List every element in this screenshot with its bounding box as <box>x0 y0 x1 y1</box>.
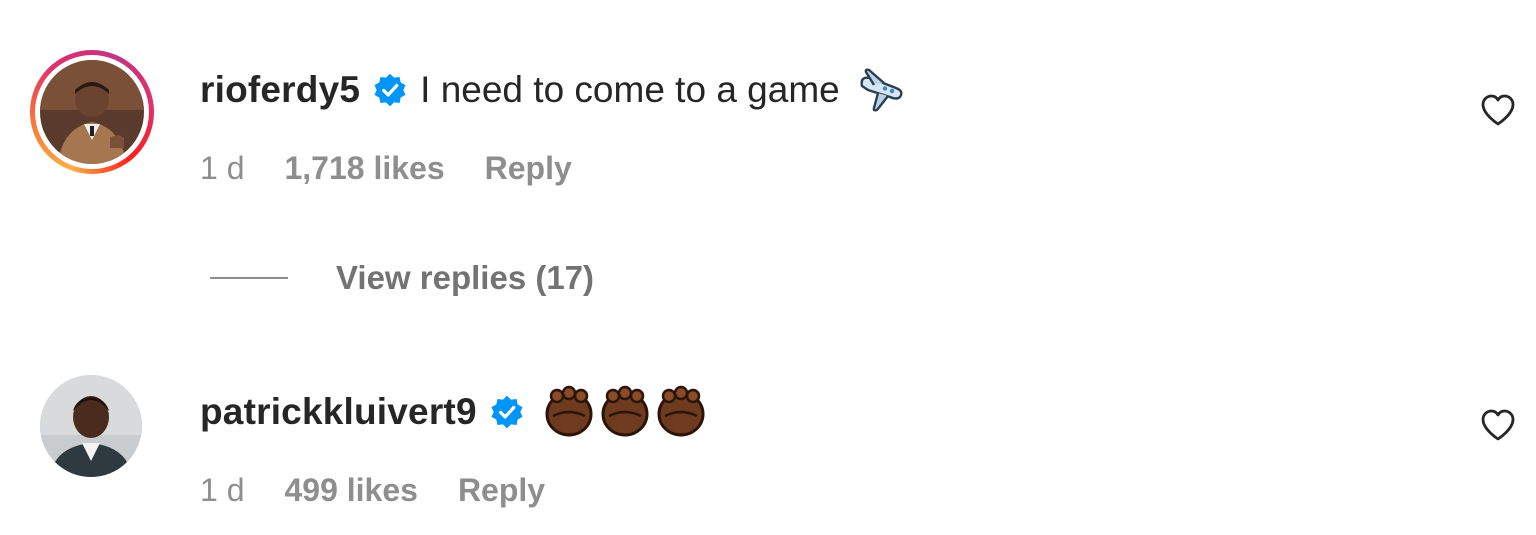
reply-button[interactable]: Reply <box>458 472 545 509</box>
story-ring <box>30 50 154 174</box>
view-replies-label: View replies (17) <box>336 259 595 296</box>
verified-badge-icon <box>374 73 406 107</box>
avatar-image <box>40 60 144 164</box>
avatar-image <box>40 375 142 477</box>
comment-likes-count[interactable]: 499 likes <box>284 472 417 509</box>
comment-time[interactable]: 1 d <box>200 472 244 509</box>
avatar-patrickkluivert9[interactable] <box>40 375 142 477</box>
heart-outline-icon[interactable] <box>1478 405 1518 445</box>
verified-badge-icon <box>491 395 523 429</box>
comment-meta: 1 d 1,718 likes Reply <box>200 130 906 206</box>
comment-text: I need to come to a game <box>420 69 840 110</box>
comment-headline: rioferdy5 I need to come to a game <box>200 50 906 130</box>
view-replies-divider <box>210 277 288 279</box>
airplane-emoji <box>860 68 903 112</box>
clap-emoji-2 <box>601 385 649 437</box>
username[interactable]: rioferdy5 <box>200 69 360 111</box>
comment-headline: patrickkluivert9 <box>200 372 711 452</box>
comment-meta: 1 d 499 likes Reply <box>200 452 711 528</box>
clap-emoji-1 <box>545 385 593 437</box>
clap-emoji-3 <box>657 385 705 437</box>
comment-body: patrickkluivert9 1 d 499 likes Reply <box>200 372 711 528</box>
heart-outline-icon[interactable] <box>1478 90 1518 130</box>
clapping-hands-emoji <box>545 385 705 437</box>
username[interactable]: patrickkluivert9 <box>200 391 477 433</box>
reply-button[interactable]: Reply <box>485 150 572 187</box>
comment-time[interactable]: 1 d <box>200 150 244 187</box>
comment-likes-count[interactable]: 1,718 likes <box>284 150 444 187</box>
comment-body: rioferdy5 I need to come to a game 1 d 1… <box>200 50 906 206</box>
avatar-rioferdy5[interactable] <box>30 50 154 174</box>
view-replies-button[interactable]: View replies (17) <box>210 250 594 306</box>
